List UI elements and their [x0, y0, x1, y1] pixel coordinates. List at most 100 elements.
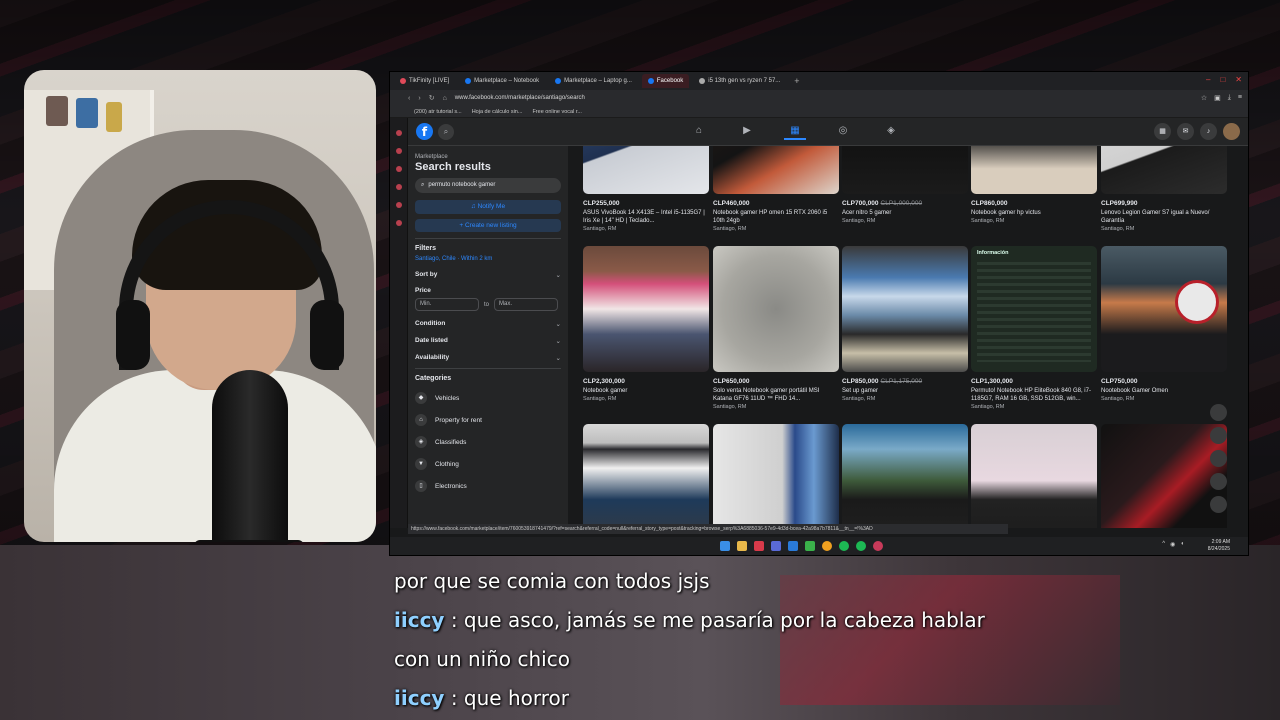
bookmark-item[interactable]: Free online vocal r... — [532, 109, 582, 115]
gaming-nav-icon[interactable]: ◈ — [880, 122, 902, 140]
file-explorer-icon[interactable] — [737, 541, 747, 551]
app-icon[interactable] — [805, 541, 815, 551]
extensions-icon[interactable]: ▣ — [1214, 94, 1221, 102]
chevron-up-icon[interactable]: ^ — [1162, 541, 1165, 548]
marketplace-nav-icon[interactable]: ▦ — [784, 122, 806, 140]
listing-old-price: CLP1,175,000 — [880, 378, 923, 385]
avatar[interactable] — [1223, 123, 1240, 140]
network-icon[interactable]: ◉ — [1170, 541, 1175, 548]
availability-label: Availability — [415, 354, 450, 361]
home-icon[interactable]: ⌂ — [443, 95, 447, 102]
menu-icon[interactable]: ≡ — [1238, 94, 1242, 102]
search-icon[interactable]: ⌕ — [438, 124, 454, 140]
location-filter[interactable]: Santiago, Chile · Within 2 km — [415, 256, 561, 262]
listing-card[interactable] — [713, 424, 839, 528]
listing-price: CLP460,000 — [713, 200, 839, 207]
category-electronics[interactable]: ▯ Electronics — [415, 480, 561, 492]
category-clothing[interactable]: ▼ Clothing — [415, 458, 561, 470]
groups-nav-icon[interactable]: ◎ — [832, 122, 854, 140]
minimize-icon[interactable]: – — [1206, 75, 1210, 84]
listing-card[interactable]: CLP699,990 Lenovo Legion Gamer S7 igual … — [1101, 146, 1227, 232]
taskbar-clock[interactable]: 2:09 AM 8/24/2025 — [1208, 539, 1230, 553]
rail-icon[interactable] — [395, 184, 402, 190]
tab-bar: TikFinity [LIVE] Marketplace – Notebook … — [390, 72, 1248, 90]
availability-dropdown[interactable]: Availability ⌄ — [415, 354, 561, 362]
listing-location: Santiago, RM — [1101, 226, 1135, 232]
search-input[interactable]: ⌕ permuto notebook gamer — [415, 178, 561, 193]
notify-me-button[interactable]: ♫ Notify Me — [415, 200, 561, 214]
category-vehicles[interactable]: ◆ Vehicles — [415, 392, 561, 404]
listing-location: Santiago, RM — [1101, 396, 1135, 402]
listing-card[interactable]: CLP2,300,000 Notebook gamer Santiago, RM — [583, 246, 709, 402]
tab-tikfinity[interactable]: TikFinity [LIVE] — [394, 74, 455, 88]
new-message-icon[interactable] — [1210, 496, 1227, 513]
category-property-for-rent[interactable]: ⌂ Property for rent — [415, 414, 561, 426]
max-price-input[interactable]: Max. — [494, 298, 559, 311]
new-tab-icon[interactable]: + — [794, 76, 799, 86]
listing-card[interactable] — [1101, 424, 1227, 528]
forward-icon[interactable]: › — [418, 95, 420, 102]
listing-image-text-block — [977, 262, 1091, 362]
listing-title: Notebook gamer hp victus — [971, 210, 1041, 216]
contact-avatar[interactable] — [1210, 473, 1227, 490]
rail-icon[interactable] — [395, 166, 402, 172]
start-icon[interactable] — [720, 541, 730, 551]
browser-icon[interactable] — [754, 541, 764, 551]
listing-card[interactable]: CLP750,000 Nootebook Gamer Omen Santiago… — [1101, 246, 1227, 402]
contact-avatar[interactable] — [1210, 404, 1227, 421]
video-nav-icon[interactable]: ▶ — [736, 122, 758, 140]
back-icon[interactable]: ‹ — [408, 95, 410, 102]
rail-icon[interactable] — [395, 202, 402, 208]
tab-i5-vs-ryzen[interactable]: i5 13th gen vs ryzen 7 57... — [693, 74, 786, 88]
close-icon[interactable]: ✕ — [1235, 75, 1242, 84]
bookmark-icon[interactable]: ☆ — [1201, 94, 1207, 102]
tab-marketplace-notebook[interactable]: Marketplace – Notebook — [459, 74, 545, 88]
app-icon[interactable] — [771, 541, 781, 551]
listing-card[interactable] — [583, 424, 709, 528]
facebook-logo-icon[interactable]: f — [416, 123, 433, 140]
bookmark-item[interactable]: (200) atr tutorial s... — [414, 109, 462, 115]
app-icon[interactable] — [822, 541, 832, 551]
listing-card[interactable] — [842, 424, 968, 528]
create-listing-button[interactable]: + Create new listing — [415, 219, 561, 232]
condition-dropdown[interactable]: Condition ⌄ — [415, 320, 561, 328]
rail-icon[interactable] — [395, 130, 402, 136]
messenger-icon[interactable]: ✉ — [1177, 123, 1194, 140]
listing-card[interactable] — [971, 424, 1097, 528]
shelf-object — [106, 102, 122, 132]
caption-text: con un niño chico — [394, 647, 570, 671]
url-field[interactable]: www.facebook.com/marketplace/santiago/se… — [455, 95, 585, 101]
spotify-icon[interactable] — [839, 541, 849, 551]
listing-card[interactable]: CLP700,000 CLP1,000,000 Acer nitro 5 game… — [842, 146, 968, 224]
rail-icon[interactable] — [395, 148, 402, 154]
tab-facebook[interactable]: Facebook — [641, 74, 690, 88]
contact-avatar[interactable] — [1210, 450, 1227, 467]
listing-title: Set up gamer — [842, 388, 879, 394]
spotify-icon[interactable] — [856, 541, 866, 551]
home-nav-icon[interactable]: ⌂ — [688, 122, 710, 140]
listing-card[interactable]: CLP460,000 Notebook gamer HP omen 15 RTX… — [713, 146, 839, 232]
bookmark-item[interactable]: Hoja de cálculo sin... — [472, 109, 523, 115]
app-icon[interactable] — [788, 541, 798, 551]
listing-card[interactable]: CLP255,000 ASUS VivoBook 14 X413E – Inte… — [583, 146, 709, 232]
listing-image — [842, 246, 968, 372]
listing-card[interactable]: Información CLP1,300,000 Permuto! Notebo… — [971, 246, 1097, 410]
breadcrumb[interactable]: Marketplace — [415, 154, 561, 160]
menu-grid-icon[interactable]: ▦ — [1154, 123, 1171, 140]
rail-icon[interactable] — [395, 220, 402, 226]
notifications-icon[interactable]: ♪ — [1200, 123, 1217, 140]
listing-card[interactable]: CLP860,000 Notebook gamer hp victus Sant… — [971, 146, 1097, 224]
listing-card[interactable]: CLP650,000 Solo venta Notebook gamer por… — [713, 246, 839, 410]
sort-by-dropdown[interactable]: Sort by ⌄ — [415, 271, 561, 279]
maximize-icon[interactable]: □ — [1220, 75, 1225, 84]
listing-card[interactable]: CLP850,000 CLP1,175,000 Set up gamer Sant… — [842, 246, 968, 402]
min-price-input[interactable]: Min. — [415, 298, 479, 311]
volume-icon[interactable]: ◖ — [1180, 541, 1184, 548]
app-icon[interactable] — [873, 541, 883, 551]
reload-icon[interactable]: ↻ — [429, 94, 435, 102]
contact-avatar[interactable] — [1210, 427, 1227, 444]
date-listed-dropdown[interactable]: Date listed ⌄ — [415, 337, 561, 345]
category-classifieds[interactable]: ◈ Classifieds — [415, 436, 561, 448]
download-icon[interactable]: ⤓ — [1228, 94, 1231, 102]
tab-marketplace-laptop[interactable]: Marketplace – Laptop g... — [549, 74, 638, 88]
